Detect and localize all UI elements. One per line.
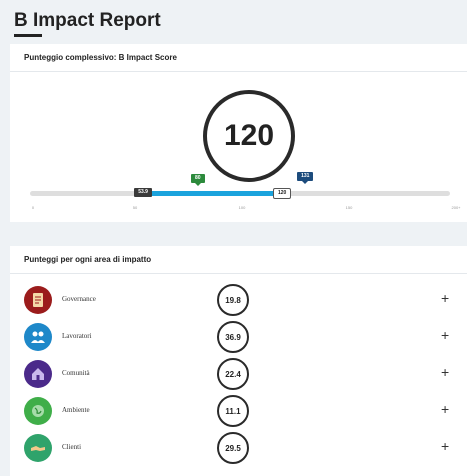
governance-document-icon [24,286,52,314]
overall-score-circle: 120 [203,90,295,182]
area-score-circle: 22.4 [217,358,249,390]
best-score-marker: 131 [297,172,314,184]
page-title: B Impact Report [14,10,161,31]
expand-icon[interactable]: + [441,365,449,379]
median-score-marker: 53.9 [134,188,152,197]
impact-areas-header: Punteggi per ogni area di impatto [10,246,467,274]
qualify-score-marker: 80 [191,174,205,186]
scale-tick-150: 150 [345,205,353,210]
impact-areas-card: Punteggi per ogni area di impatto Govern… [10,246,467,476]
environment-globe-icon [24,397,52,425]
area-score-circle: 19.8 [217,284,249,316]
area-row-ambiente[interactable]: Ambiente 11.1 + [10,393,467,429]
expand-icon[interactable]: + [441,439,449,453]
area-score-circle: 36.9 [217,321,249,353]
area-score-circle: 11.1 [217,395,249,427]
area-label: Comunità [62,369,90,377]
scale-tick-0: 0 [31,205,35,210]
scale-tick-100: 100 [238,205,246,210]
area-label: Ambiente [62,406,90,414]
customers-handshake-icon [24,434,52,462]
area-label: Lavoratori [62,332,92,340]
area-row-governance[interactable]: Governance 19.8 + [10,282,467,318]
expand-icon[interactable]: + [441,291,449,305]
area-row-comunita[interactable]: Comunità 22.4 + [10,356,467,392]
workers-people-icon [24,323,52,351]
company-score-marker: 120 [273,188,292,199]
expand-icon[interactable]: + [441,402,449,416]
scale-tick-200: 200+ [451,205,461,210]
area-score-circle: 29.5 [217,432,249,464]
expand-icon[interactable]: + [441,328,449,342]
score-track [30,191,450,196]
area-label: Clienti [62,443,82,451]
scale-tick-50: 50 [132,205,138,210]
score-track-fill [143,191,282,196]
area-row-lavoratori[interactable]: Lavoratori 36.9 + [10,319,467,355]
overall-score-card: Punteggio complessivo: B Impact Score 12… [10,44,467,222]
overall-score-header: Punteggio complessivo: B Impact Score [10,44,467,72]
community-house-icon [24,360,52,388]
title-underline [14,34,42,37]
area-row-clienti[interactable]: Clienti 29.5 + [10,430,467,466]
area-label: Governance [62,295,96,303]
